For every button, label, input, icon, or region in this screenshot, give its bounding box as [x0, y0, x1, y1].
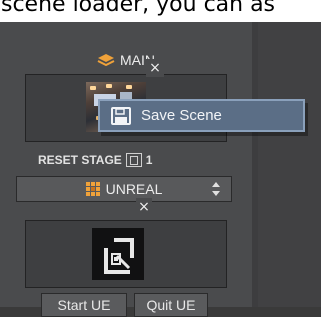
- unreal-grid-icon: [85, 182, 100, 196]
- main-header: MAIN: [0, 50, 252, 70]
- close-icon: ×: [149, 60, 161, 76]
- reset-stage-button[interactable]: [125, 153, 142, 167]
- tutorial-caption: scene loader, you can as: [0, 0, 321, 22]
- layers-icon: [97, 54, 115, 67]
- start-ue-label: Start UE: [57, 297, 111, 313]
- reset-icon: [129, 155, 138, 165]
- close-icon: ×: [138, 199, 150, 215]
- unreal-thumbnail[interactable]: [92, 228, 144, 280]
- reset-stage-row: RESET STAGE 1: [38, 151, 152, 169]
- scene-close-button[interactable]: ×: [146, 59, 164, 77]
- context-menu-save-scene[interactable]: Save Scene: [98, 99, 305, 132]
- quit-ue-button[interactable]: Quit UE: [134, 293, 208, 317]
- reset-stage-label: RESET STAGE: [38, 153, 122, 167]
- engine-select[interactable]: UNREAL: [16, 176, 232, 202]
- select-updown-icon: [212, 182, 220, 196]
- save-icon: [111, 106, 131, 125]
- right-panel: [252, 22, 321, 307]
- reset-stage-extra: 1: [145, 153, 153, 167]
- caption-text: scene loader, you can as: [1, 0, 276, 17]
- context-menu-item-label: Save Scene: [141, 107, 222, 124]
- stage-panel: MAIN × RESET STAGE 1 UNREAL × Start UE Q…: [0, 22, 252, 317]
- quit-ue-label: Quit UE: [146, 297, 196, 313]
- start-ue-button[interactable]: Start UE: [41, 293, 127, 317]
- unreal-connect-icon: [104, 238, 134, 274]
- unreal-close-button[interactable]: ×: [136, 198, 152, 216]
- engine-select-value: UNREAL: [105, 181, 163, 197]
